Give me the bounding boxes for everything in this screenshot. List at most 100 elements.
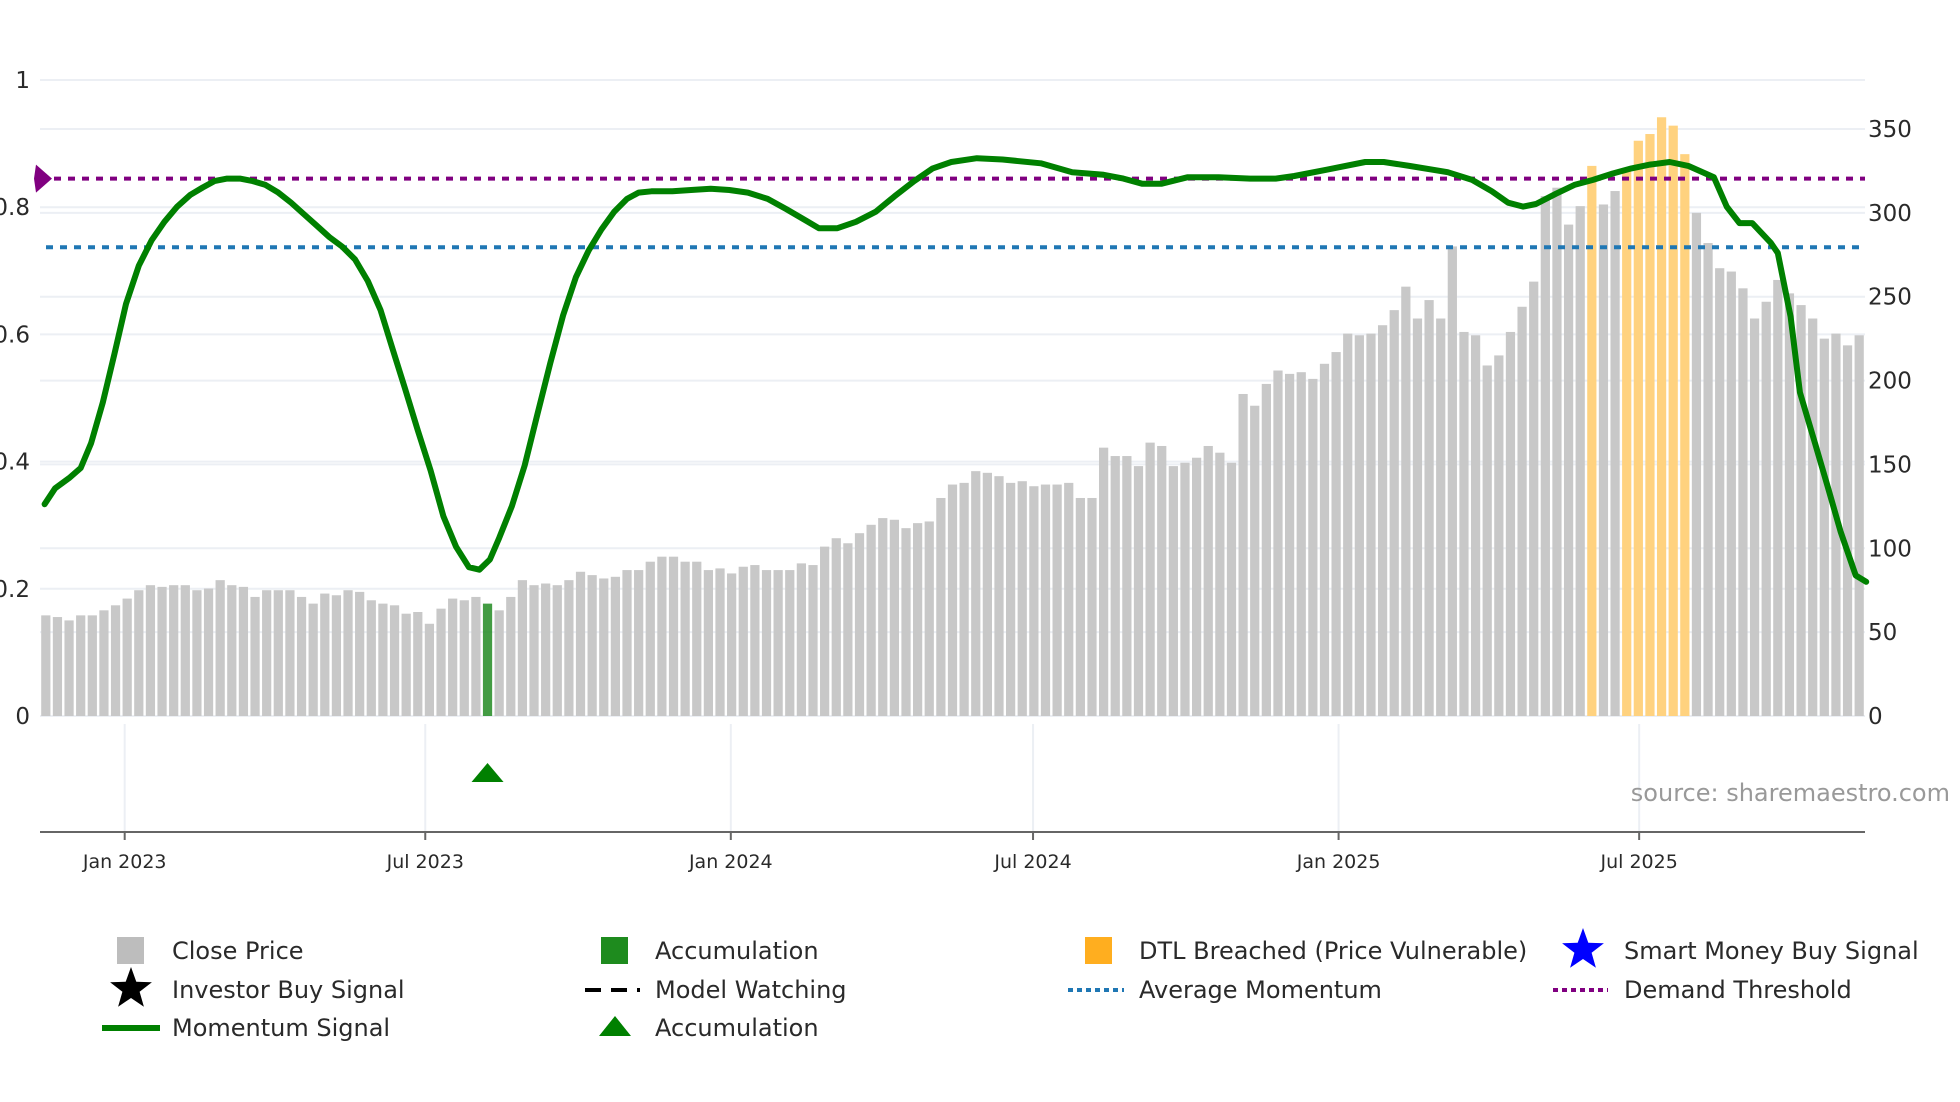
close-price-bar [1133, 466, 1144, 716]
close-price-bar [99, 610, 109, 716]
close-price-bar [1296, 372, 1306, 716]
close-price-bar [262, 590, 272, 716]
close-price-bar [227, 585, 237, 716]
legend-accumulation-marker [601, 937, 628, 964]
legend-model-watching[interactable]: Model Watching [655, 976, 847, 1004]
close-price-bar [180, 585, 190, 716]
close-price-bar [157, 586, 167, 716]
dtl-breached-bar [1668, 125, 1678, 717]
close-price-bar [1482, 365, 1492, 716]
close-price-bar [343, 590, 353, 716]
dtl-breached-bar [1680, 154, 1690, 716]
right-tick-label: 0 [1868, 704, 1883, 730]
close-price-bar [1575, 206, 1585, 717]
right-tick-label: 250 [1868, 285, 1912, 311]
right-tick-label: 300 [1868, 201, 1912, 227]
close-price-bar [1366, 333, 1376, 716]
close-price-bar [1447, 246, 1457, 716]
close-price-bar [1099, 447, 1109, 716]
close-price-bar [1191, 457, 1202, 716]
left-tick-label: 0 [15, 704, 30, 730]
close-price-bar [134, 590, 144, 716]
close-price-bar [273, 590, 283, 716]
close-price-bar [1598, 204, 1609, 716]
left-tick-label: 0.6 [0, 322, 30, 348]
close-price-bar [854, 533, 865, 716]
x-axis: Jan 2023 Jul 2023 Jan 2024 Jul 2024 Jan 2025… [40, 831, 1865, 873]
close-price-bar [238, 586, 249, 716]
close-price-bar [599, 578, 609, 716]
close-price-bar [541, 583, 551, 716]
close-price-bar [971, 471, 981, 716]
close-price-bar [506, 596, 516, 716]
close-price-bar [622, 570, 632, 716]
close-price-bar [285, 590, 295, 716]
close-price-bar [1331, 352, 1341, 716]
close-price-bar [657, 556, 667, 716]
close-price-bar [715, 568, 725, 716]
close-price-bar [296, 596, 307, 716]
legend-accumulation[interactable]: Accumulation [655, 937, 819, 965]
close-price-bar [831, 538, 841, 716]
close-price-bar [1052, 484, 1062, 716]
close-price-bar [947, 484, 958, 716]
close-price-bar [936, 497, 946, 716]
close-price-bar [761, 570, 772, 716]
close-price-bar [1110, 456, 1120, 716]
dtl-breached-bar [1633, 140, 1643, 717]
close-price-bar [564, 580, 574, 716]
close-price-bar [1808, 318, 1818, 716]
close-price-bar [750, 565, 760, 716]
close-price-bar [913, 523, 923, 716]
close-price-bar [1261, 383, 1271, 716]
close-price-bar [1284, 373, 1295, 716]
accumulation-bar [482, 603, 493, 716]
close-price-bar [203, 588, 214, 716]
close-price-bar [448, 598, 458, 716]
legend-average-momentum[interactable]: Average Momentum [1139, 976, 1382, 1004]
legend-close-price-marker [117, 937, 144, 964]
legend-demand-threshold[interactable]: Demand Threshold [1624, 976, 1852, 1004]
close-price-bar [1749, 318, 1760, 716]
legend-investor-buy[interactable]: Investor Buy Signal [172, 976, 405, 1004]
accumulation-triangle-marker [471, 763, 504, 782]
legend-close-price[interactable]: Close Price [172, 937, 304, 965]
close-price-bar [634, 570, 644, 716]
close-price-bar [1819, 338, 1829, 716]
legend-accumulation-signal[interactable]: Accumulation [655, 1014, 819, 1042]
left-tick-label: 0.8 [0, 195, 30, 221]
close-price-bar [552, 585, 562, 716]
close-price-bar [1145, 442, 1155, 716]
close-price-bar [692, 561, 702, 716]
close-price-bar [145, 585, 156, 716]
right-tick-label: 50 [1868, 620, 1897, 646]
close-price-bar [1761, 301, 1771, 716]
close-price-bar [1610, 191, 1620, 716]
close-price-bar [959, 482, 969, 716]
demand-threshold-marker [34, 164, 52, 193]
close-price-bar [87, 615, 97, 716]
legend: Close Price Accumulation DTL Breached (P… [102, 928, 1919, 1042]
close-price-bar [1401, 286, 1411, 716]
x-tick-label: Jan 2024 [688, 851, 773, 873]
left-tick-label: 0.4 [0, 450, 30, 476]
close-price-bar [796, 563, 806, 716]
x-tick-label: Jul 2025 [1599, 851, 1677, 873]
close-price-bar [1854, 335, 1864, 716]
legend-smart-money[interactable]: Smart Money Buy Signal [1624, 937, 1919, 965]
close-price-bar [250, 596, 260, 716]
close-price-bar [587, 575, 597, 716]
close-price-bar [122, 598, 132, 716]
close-price-bar [889, 519, 899, 716]
close-price-bar [517, 580, 528, 716]
legend-momentum-signal[interactable]: Momentum Signal [172, 1014, 390, 1042]
x-tick-label: Jul 2024 [993, 851, 1071, 873]
legend-dtl-breached[interactable]: DTL Breached (Price Vulnerable) [1139, 937, 1527, 965]
close-price-bar [1563, 224, 1574, 716]
close-price-bar [529, 585, 539, 716]
close-price-bar [1308, 378, 1318, 716]
right-tick-label: 200 [1868, 369, 1912, 395]
close-price-bar [866, 524, 876, 716]
close-price-bar [1168, 466, 1178, 716]
close-price-bar [1436, 318, 1446, 716]
